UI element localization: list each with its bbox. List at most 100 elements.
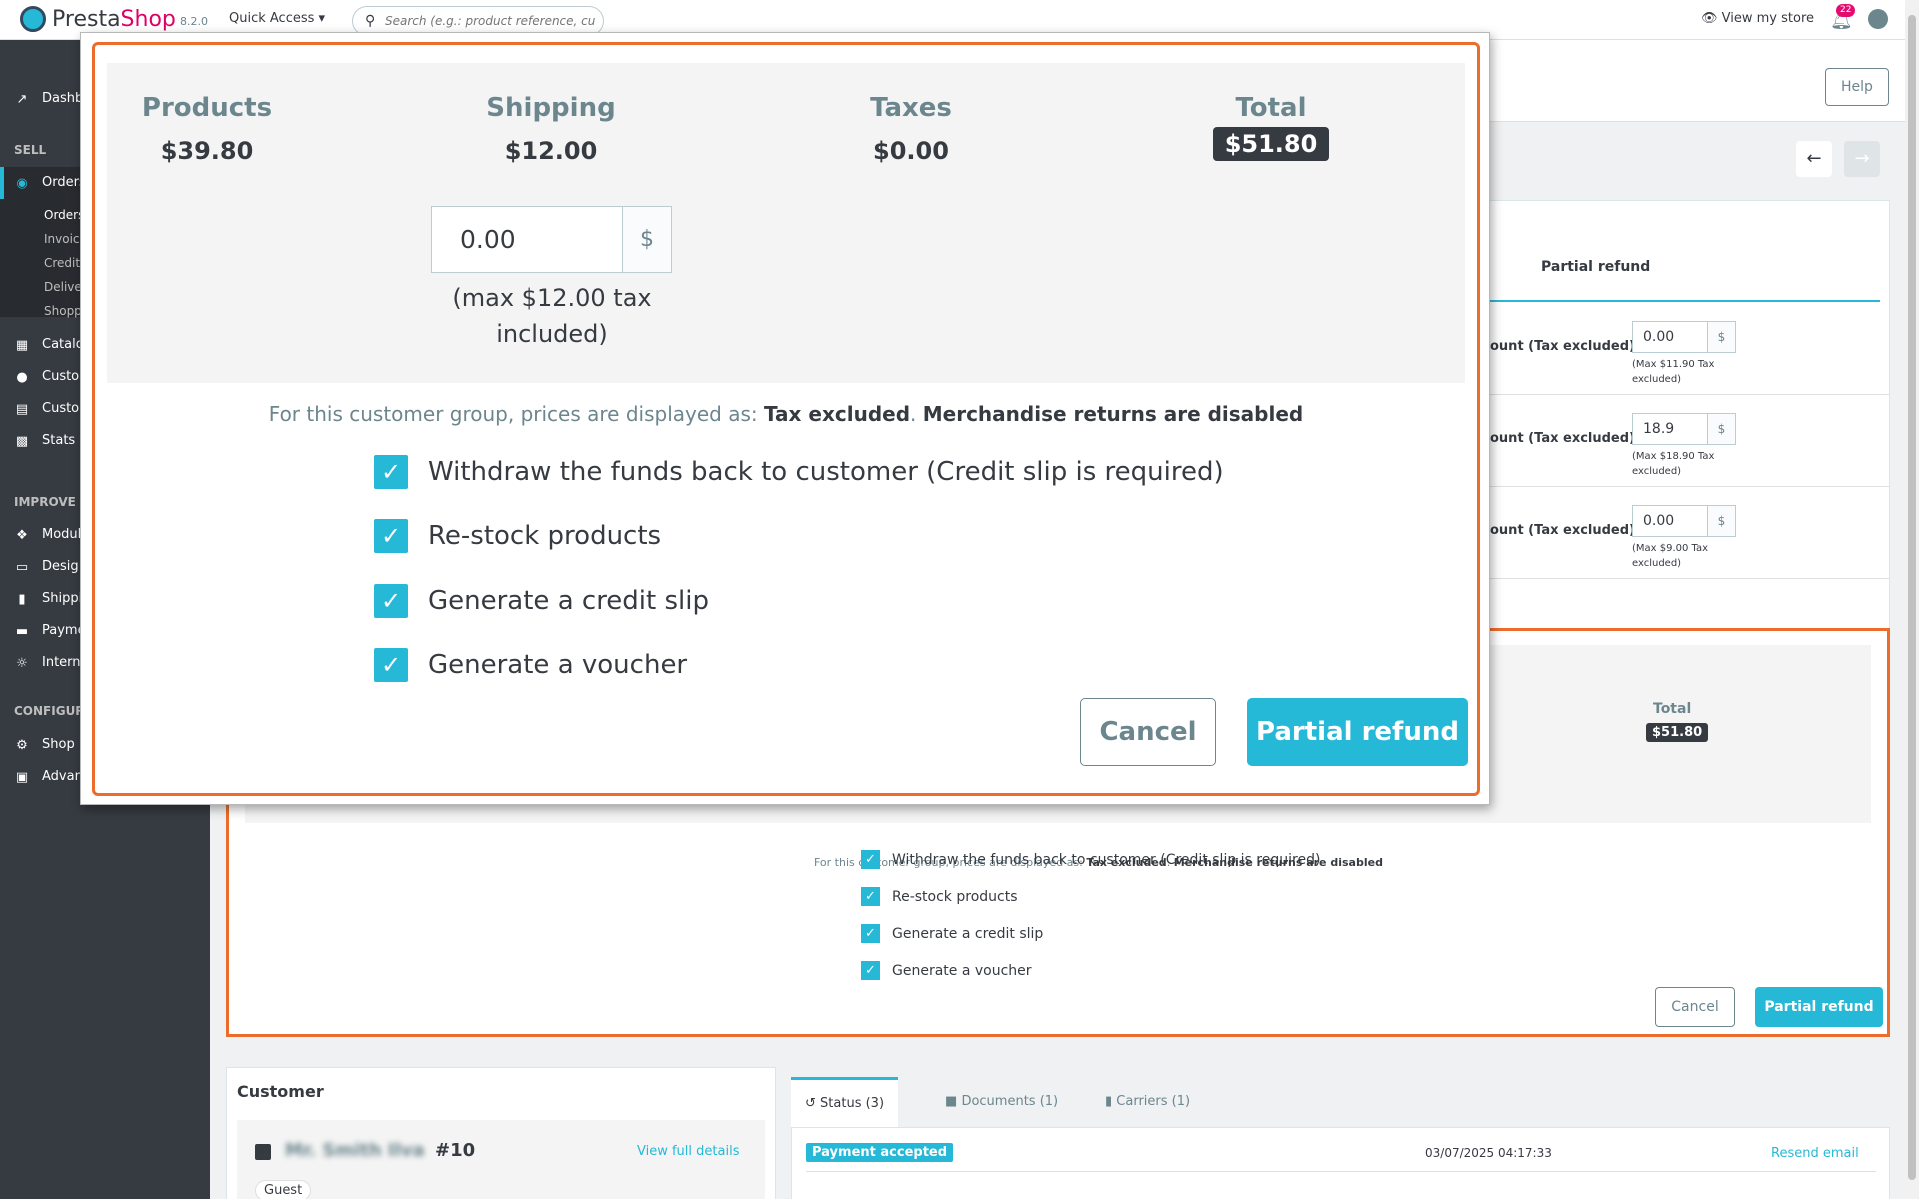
help-button[interactable]: Help [1825,68,1889,106]
zoom-callout-pointer [1490,590,1530,620]
gear-icon: ⚙ [16,737,28,753]
total-label: Total [1653,701,1692,717]
restock-checkbox[interactable]: ✓ Re-stock products [861,887,1018,906]
sidebar-sub-orders[interactable]: Orders [44,208,84,222]
checkbox-checked-icon: ✓ [861,887,880,906]
account-avatar-icon[interactable] [1868,9,1888,29]
sidebar-item-advanced-parameters[interactable]: ▣ Advan [14,769,83,785]
currency-addon: $ [1708,413,1736,445]
sidebar-sub-credit-slips[interactable]: Credit [44,256,80,270]
globe-icon: ☼ [16,655,28,671]
sidebar-item-shop-parameters[interactable]: ⚙ Shop I [14,737,83,753]
status-row: Payment accepted 03/07/2025 04:17:33 Res… [806,1136,1876,1172]
total-label: Total [1235,93,1307,123]
status-date: 03/07/2025 04:17:33 [1425,1146,1552,1160]
sidebar-item-catalog[interactable]: ▦ Catalo [14,337,84,353]
sidebar-item-international[interactable]: ☼ Intern [14,655,80,671]
sidebar-item-shipping[interactable]: ▮ Shippi [14,591,82,607]
checkbox-checked-icon: ✓ [861,924,880,943]
refund-max-hint: (Max $11.90 Tax excluded) [1632,359,1715,385]
sidebar-sub-invoices[interactable]: Invoic [44,232,80,246]
shipping-label: Shipping [486,93,616,123]
shipping-max-hint: (max $12.00 tax included) [452,284,652,348]
arrow-left-icon: ← [1806,148,1822,169]
resend-email-link[interactable]: Resend email [1771,1146,1859,1161]
sidebar-sub-delivery-slips[interactable]: Delive [44,280,82,294]
status-badge: Payment accepted [806,1143,954,1162]
truck-icon: ▮ [1105,1094,1113,1109]
voucher-checkbox[interactable]: ✓ Generate a voucher [861,961,1032,980]
truck-icon: ▮ [18,591,26,607]
shipping-value: $12.00 [504,137,598,165]
tab-status[interactable]: ↺ Status (3) [791,1077,899,1127]
prestashop-logo[interactable]: PrestaShop [20,6,176,32]
checkbox-checked-icon: ✓ [861,850,880,869]
refund-amount-label: ount (Tax excluded) [1490,523,1635,538]
view-full-details-link[interactable]: View full details [637,1144,739,1159]
sidebar-sub-shopping-carts[interactable]: Shopp [44,304,82,318]
credit-slip-checkbox[interactable]: ✓ Generate a credit slip [861,924,1043,943]
sidebar-item-customer-service[interactable]: ▤ Custo [14,401,79,417]
refund-row: ount (Tax excluded) 18.9 $ (Max $18.90 T… [1490,395,1890,487]
user-circle-icon: ● [16,369,28,385]
view-my-store-link[interactable]: 👁︎ View my store [1701,11,1814,26]
sidebar-item-payment[interactable]: ▬ Payme [14,623,86,639]
currency-addon: $ [1708,505,1736,537]
search-icon: ⚲ [365,13,376,29]
monitor-icon: ▭ [15,559,29,575]
taxes-summary: Taxes $0.00 [811,93,1011,165]
restock-checkbox[interactable]: ✓ Re-stock products [374,519,661,553]
cancel-button[interactable]: Cancel [1080,698,1216,766]
zoomed-summary: Products $39.80 Shipping $12.00 Taxes $0… [107,63,1465,383]
shipping-refund-input[interactable]: 0.00 $ [431,206,672,273]
next-order-button[interactable]: → [1844,141,1880,177]
page-scrollbar[interactable] [1905,0,1919,1199]
customer-card-title: Customer [237,1082,324,1101]
refund-amount-input[interactable]: 0.00 [1632,321,1708,353]
withdraw-funds-checkbox[interactable]: ✓ Withdraw the funds back to customer (Cr… [861,850,1320,869]
credit-slip-checkbox[interactable]: ✓ Generate a credit slip [374,584,709,618]
partial-refund-button[interactable]: Partial refund [1247,698,1468,766]
refund-amount-input[interactable]: 0.00 [1632,505,1708,537]
tab-carriers[interactable]: ▮ Carriers (1) [1091,1077,1204,1127]
trending-icon: ↗ [16,91,28,107]
currency-addon: $ [622,206,672,273]
zoomed-refund-frame: Products $39.80 Shipping $12.00 Taxes $0… [92,42,1480,796]
puzzle-icon: ❖ [16,527,28,543]
products-summary: Products $39.80 [107,93,307,165]
tax-display-note: For this customer group, prices are disp… [268,402,1304,426]
settings-box-icon: ▣ [15,769,29,785]
withdraw-funds-checkbox[interactable]: ✓ Withdraw the funds back to customer (Cr… [374,455,1224,489]
version-label: 8.2.0 [180,15,208,28]
total-value-badge: $51.80 [1646,723,1709,742]
tab-partial-refund[interactable]: Partial refund [1541,259,1650,275]
sidebar-item-orders[interactable]: ◉ Orders [14,175,85,191]
store-icon: ▦ [15,337,29,353]
folder-icon: ■ [945,1094,958,1109]
partial-refund-button[interactable]: Partial refund [1755,987,1883,1027]
sidebar-item-stats[interactable]: ▩ Stats [14,433,75,449]
voucher-checkbox[interactable]: ✓ Generate a voucher [374,648,687,682]
quick-access-dropdown[interactable]: Quick Access ▾ [229,11,325,26]
refund-amount-input[interactable]: 18.9 [1632,413,1708,445]
sidebar-section-sell: SELL [14,143,47,157]
checkbox-checked-icon: ✓ [374,584,408,618]
checkbox-checked-icon: ✓ [374,455,408,489]
previous-order-button[interactable]: ← [1796,141,1832,177]
basket-icon: ◉ [16,175,28,191]
user-badge-icon [255,1144,271,1160]
cancel-button[interactable]: Cancel [1655,987,1735,1027]
scrollbar-thumb[interactable] [1908,15,1916,1180]
search-input[interactable] [385,14,595,28]
shipping-summary: Shipping $12.00 [451,93,651,165]
sidebar-item-modules[interactable]: ❖ Modul [14,527,81,543]
checkbox-checked-icon: ✓ [861,961,880,980]
refund-amount-label: ount (Tax excluded) [1490,431,1635,446]
checkbox-checked-icon: ✓ [374,648,408,682]
tab-documents[interactable]: ■ Documents (1) [931,1077,1072,1127]
refund-amount-label: ount (Tax excluded) [1490,339,1635,354]
sidebar-item-design[interactable]: ▭ Desig [14,559,79,575]
chat-icon: ▤ [15,401,29,417]
sidebar-item-customers[interactable]: ● Custo [14,369,79,385]
sidebar-item-dashboard[interactable]: ↗ Dashb [14,91,84,107]
